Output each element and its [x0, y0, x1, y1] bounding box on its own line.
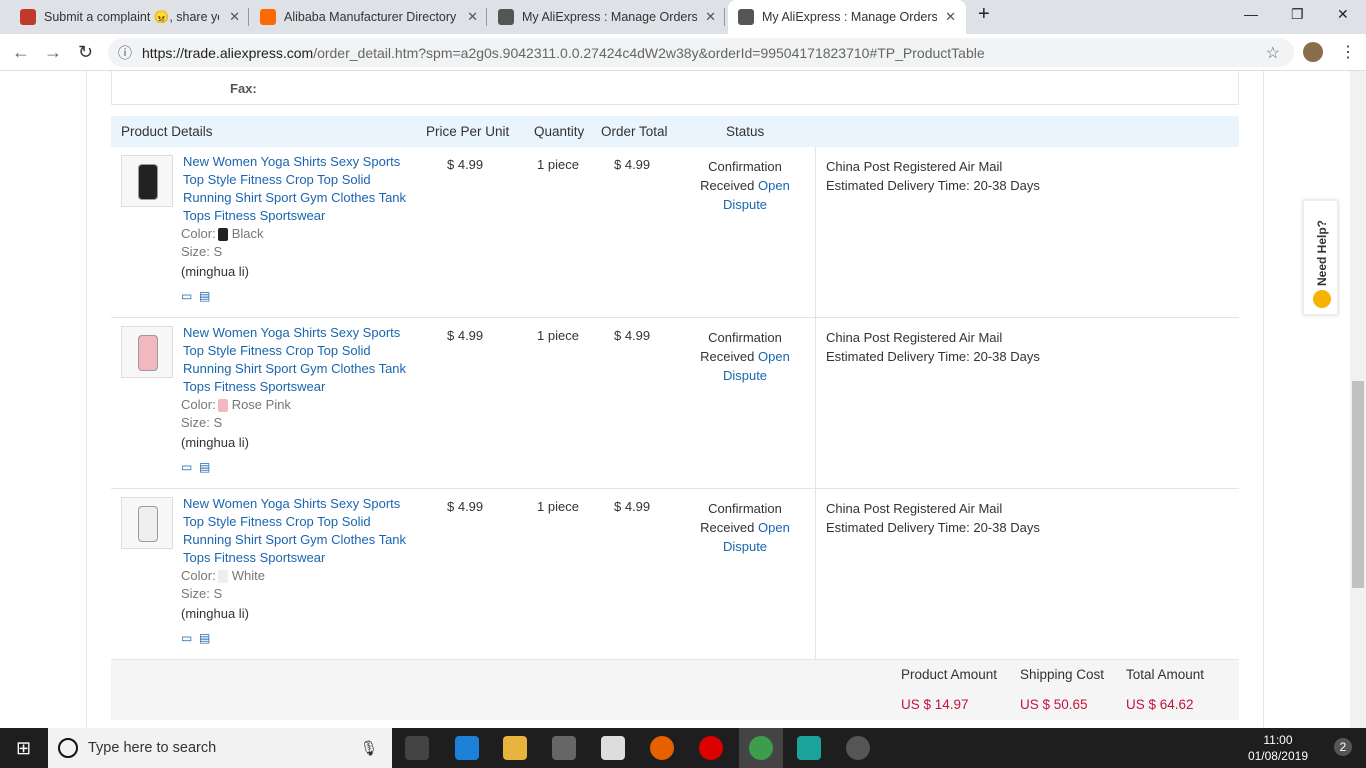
file-explorer-icon[interactable]	[503, 736, 527, 760]
color-swatch-icon	[217, 570, 228, 584]
table-header: Product Details Price Per Unit Quantity …	[111, 116, 1239, 147]
product-link[interactable]: New Women Yoga Shirts Sexy Sports Top St…	[183, 153, 413, 225]
maximize-button[interactable]: ❐	[1291, 6, 1304, 23]
snapshot-icon[interactable]: ▭	[181, 460, 192, 474]
product-thumbnail[interactable]	[121, 497, 173, 549]
address-bar: ← → ↻ ⓘ https://trade.aliexpress.com/orde…	[0, 34, 1366, 71]
shipping-info: China Post Registered Air Mail Estimated …	[815, 318, 1050, 489]
info-icon: ⓘ	[118, 44, 132, 61]
browser-tab[interactable]: My AliExpress : Manage Orders ✕	[728, 0, 966, 34]
tab-bar: Submit a complaint 😠, share yo ✕ Alibaba…	[0, 0, 1366, 34]
shipping-info: China Post Registered Air Mail Estimated …	[815, 489, 1050, 660]
snapshot-icon[interactable]: ▭	[181, 289, 192, 303]
close-tab-icon[interactable]: ✕	[705, 9, 716, 25]
new-tab-button[interactable]: +	[978, 3, 990, 26]
browser-tab[interactable]: My AliExpress : Manage Orders ✕	[488, 0, 726, 34]
forward-icon[interactable]: →	[44, 42, 62, 63]
product-thumbnail[interactable]	[121, 326, 173, 378]
url-input[interactable]: ⓘ https://trade.aliexpress.com/order_deta…	[108, 38, 1294, 67]
menu-icon[interactable]: ⋮	[1340, 42, 1356, 62]
product-link[interactable]: New Women Yoga Shirts Sexy Sports Top St…	[183, 324, 413, 396]
detail-icon[interactable]: ▤	[199, 631, 210, 645]
notifications-badge[interactable]: 2	[1334, 738, 1352, 756]
app-icon[interactable]	[846, 736, 870, 760]
shipping-info: China Post Registered Air Mail Estimated …	[815, 147, 1050, 318]
table-row: New Women Yoga Shirts Sexy Sports Top St…	[111, 147, 1239, 318]
favicon-icon	[498, 9, 514, 25]
order-summary: Product Amount Shipping Cost Total Amoun…	[111, 660, 1239, 720]
browser-tab[interactable]: Alibaba Manufacturer Directory - ✕	[250, 0, 488, 34]
clock[interactable]: 11:00 01/08/2019	[1248, 732, 1308, 764]
opera-icon[interactable]	[699, 736, 723, 760]
table-row: New Women Yoga Shirts Sexy Sports Top St…	[111, 489, 1239, 660]
taskbar-search[interactable]: Type here to search 🎙	[48, 728, 392, 768]
scrollbar[interactable]	[1350, 71, 1366, 728]
product-link[interactable]: New Women Yoga Shirts Sexy Sports Top St…	[183, 495, 413, 567]
favicon-icon	[260, 9, 276, 25]
store-icon[interactable]	[552, 736, 576, 760]
mascot-icon	[1313, 290, 1331, 308]
snapshot-icon[interactable]: ▭	[181, 631, 192, 645]
detail-icon[interactable]: ▤	[199, 460, 210, 474]
task-view-icon[interactable]	[405, 736, 429, 760]
mic-icon[interactable]: 🎙	[360, 740, 378, 757]
order-detail-page: Fax: Product Details Price Per Unit Quan…	[0, 71, 1350, 728]
close-tab-icon[interactable]: ✕	[229, 9, 240, 25]
color-swatch-icon	[217, 399, 228, 413]
app-e-icon[interactable]	[797, 736, 821, 760]
need-help-button[interactable]: Need Help?	[1303, 200, 1338, 315]
windows-start-icon[interactable]: ⊞	[16, 738, 31, 759]
chrome-icon[interactable]	[749, 736, 773, 760]
browser-tab[interactable]: Submit a complaint 😠, share yo ✕	[10, 0, 250, 34]
close-tab-icon[interactable]: ✕	[467, 9, 478, 25]
favicon-icon	[738, 9, 754, 25]
minimize-button[interactable]: —	[1244, 6, 1258, 22]
close-tab-icon[interactable]: ✕	[945, 9, 956, 25]
taskbar: ⊞ Type here to search 🎙 11:00 01/08/2019 2	[0, 728, 1366, 768]
favicon-icon	[20, 9, 36, 25]
firefox-icon[interactable]	[650, 736, 674, 760]
star-icon[interactable]: ☆	[1266, 43, 1280, 63]
color-swatch-icon	[217, 228, 228, 242]
edge-icon[interactable]	[455, 736, 479, 760]
mail-icon[interactable]	[601, 736, 625, 760]
fax-row: Fax:	[111, 71, 1239, 105]
product-thumbnail[interactable]	[121, 155, 173, 207]
table-row: New Women Yoga Shirts Sexy Sports Top St…	[111, 318, 1239, 489]
reload-icon[interactable]: ↻	[78, 42, 93, 63]
detail-icon[interactable]: ▤	[199, 289, 210, 303]
close-window-button[interactable]: ✕	[1337, 6, 1349, 23]
back-icon[interactable]: ←	[12, 42, 30, 63]
avatar[interactable]	[1303, 42, 1323, 62]
